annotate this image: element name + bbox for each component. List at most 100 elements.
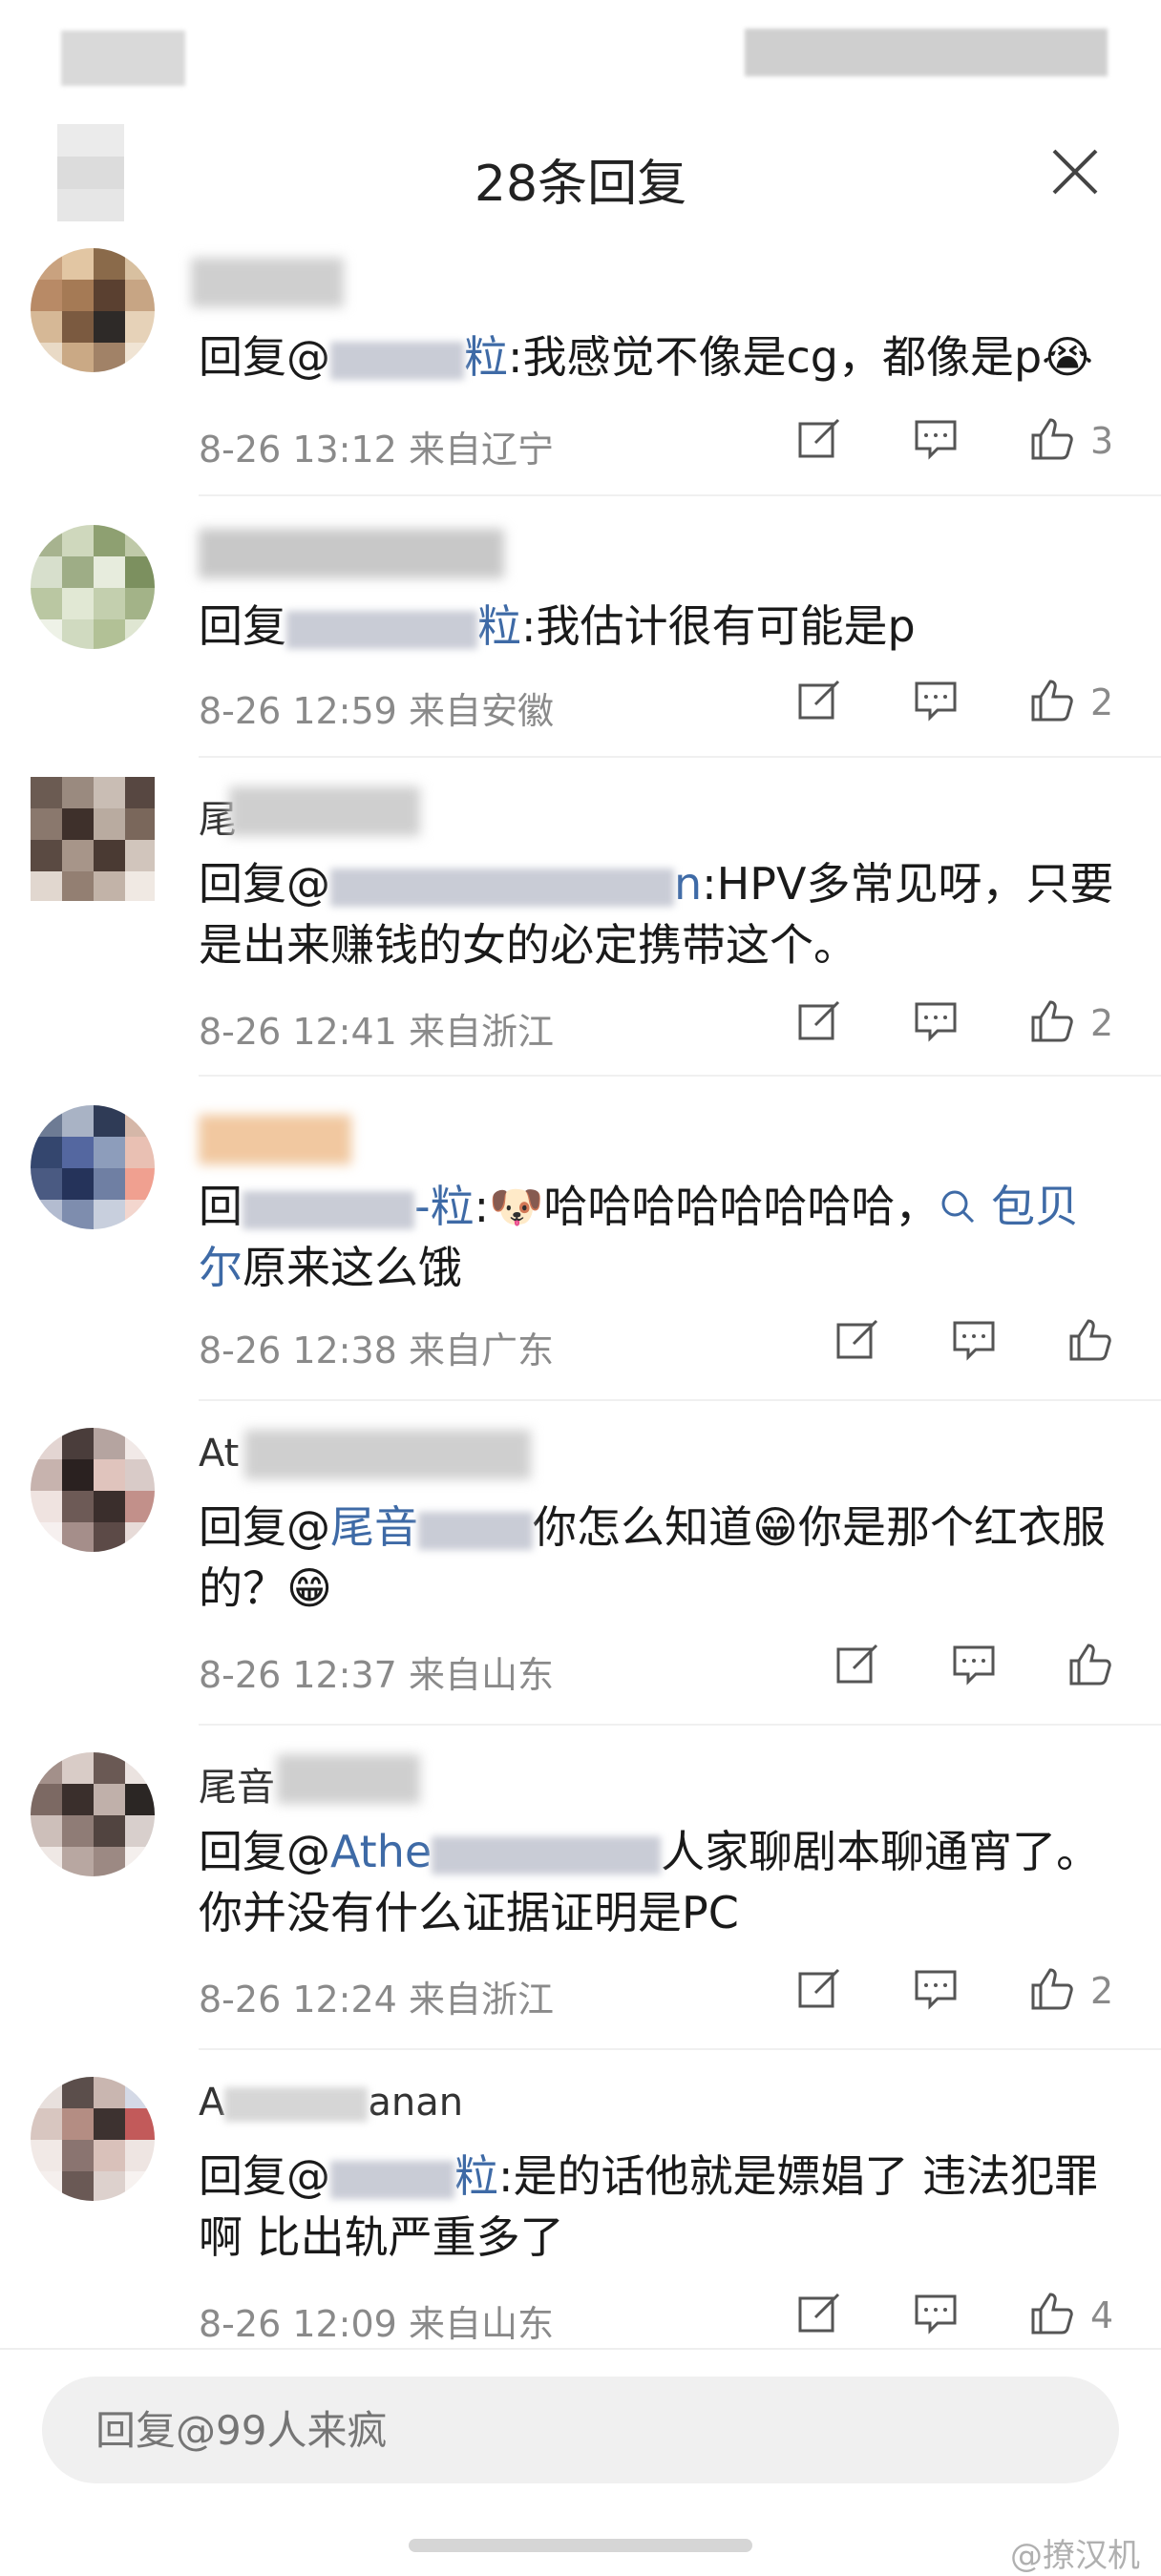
comment-actions: 2 (794, 676, 1119, 733)
nickname[interactable]: At (199, 1432, 239, 1481)
comment-actions: 3 (794, 414, 1119, 471)
close-button[interactable] (1046, 143, 1104, 200)
watermark: @撩汉机 (1010, 2537, 1140, 2575)
comment-meta: 8-26 12:37 来自山东 (199, 1654, 554, 1696)
avatar[interactable] (31, 1105, 155, 1229)
like-icon (1031, 1000, 1073, 1042)
mention-link[interactable]: 粒 (477, 600, 521, 652)
mention-link[interactable]: n (674, 858, 702, 910)
divider (199, 494, 1161, 496)
mention-link[interactable]: 粒 (464, 331, 508, 383)
comment-item: 尾音 回复@Athe 人家聊剧本聊通宵了。你并没有什么证据证明是PC 8-26 1… (0, 1729, 1161, 2050)
comment-content: 回复@尾音 你怎么知道😁你是那个红衣服的？😁 (199, 1501, 1106, 1614)
reply-button[interactable] (911, 414, 968, 471)
edit-icon (798, 1000, 840, 1040)
like-count: 3 (1090, 420, 1114, 462)
comment-content: 回复@ 粒:我感觉不像是cg，都像是p😭 (199, 331, 1093, 383)
comment-meta: 8-26 12:09 来自山东 (199, 2303, 554, 2345)
reply-button[interactable] (911, 676, 968, 733)
comment-icon (953, 1321, 995, 1361)
comment-icon (915, 2294, 957, 2335)
repost-button[interactable] (794, 676, 852, 733)
like-icon (1031, 680, 1073, 722)
header: 28条回复 (0, 115, 1161, 229)
edit-icon (798, 418, 840, 458)
comment-icon (915, 1002, 957, 1042)
repost-button[interactable] (833, 1315, 890, 1372)
comment-actions (833, 1315, 1119, 1372)
comment-content: 回复@ 粒:是的话他就是嫖娼了 违法犯罪啊 比出轨严重多了 (199, 2150, 1099, 2263)
like-count: 2 (1090, 1002, 1114, 1044)
search-icon (941, 1190, 975, 1224)
like-button[interactable] (1027, 996, 1085, 1054)
nickname-blur (199, 529, 504, 578)
comment-icon (915, 681, 957, 722)
like-count: 4 (1090, 2294, 1114, 2336)
repost-button[interactable] (833, 1640, 890, 1697)
like-button[interactable] (1027, 676, 1085, 733)
edit-icon (798, 1968, 840, 2008)
reply-button[interactable] (949, 1315, 1006, 1372)
like-button[interactable] (1027, 1964, 1085, 2021)
reply-button[interactable] (911, 1964, 968, 2021)
like-icon (1069, 1644, 1111, 1686)
repost-button[interactable] (794, 1964, 852, 2021)
repost-button[interactable] (794, 414, 852, 471)
comment-actions (833, 1640, 1119, 1697)
like-button[interactable] (1066, 1640, 1123, 1697)
comment-content: 回复 粒:我估计很有可能是p (199, 600, 916, 652)
nickname-blur (229, 786, 420, 836)
mention-link[interactable]: -粒 (414, 1181, 475, 1232)
comment-actions: 2 (794, 1964, 1119, 2021)
like-count: 2 (1090, 1970, 1114, 2012)
mention-link[interactable]: 尾音 (330, 1501, 418, 1553)
comment-meta: 8-26 12:24 来自浙江 (199, 1979, 554, 2021)
divider (199, 1724, 1161, 1726)
avatar[interactable] (31, 248, 155, 372)
comment-actions: 2 (794, 996, 1119, 1054)
edit-icon (836, 1319, 878, 1359)
avatar[interactable] (31, 525, 155, 649)
nickname[interactable]: Aanan (199, 2081, 463, 2130)
home-indicator[interactable] (409, 2539, 752, 2552)
like-button[interactable] (1027, 2289, 1085, 2346)
comment-meta: 8-26 12:59 来自安徽 (199, 690, 554, 732)
avatar[interactable] (31, 777, 155, 901)
reply-button[interactable] (911, 996, 968, 1054)
comment-meta: 8-26 12:41 来自浙江 (199, 1011, 554, 1053)
comment-icon (915, 1970, 957, 2010)
status-icons-blur (745, 29, 1108, 76)
like-button[interactable] (1066, 1315, 1123, 1372)
mention-link[interactable]: Athe (330, 1826, 432, 1877)
comment-item: Aanan 回复@ 粒:是的话他就是嫖娼了 违法犯罪啊 比出轨严重多了 8-26 … (0, 2054, 1161, 2345)
close-icon (1052, 149, 1098, 195)
divider (199, 1075, 1161, 1077)
avatar[interactable] (31, 1752, 155, 1876)
like-button[interactable] (1027, 414, 1085, 471)
reply-bar: @撩汉机 (0, 2348, 1161, 2575)
comment-icon (953, 1645, 995, 1686)
reply-input[interactable] (42, 2377, 1119, 2483)
nickname-blur (277, 1754, 420, 1804)
divider (199, 2048, 1161, 2050)
repost-button[interactable] (794, 996, 852, 1054)
nickname-blur (244, 1430, 531, 1479)
reply-button[interactable] (911, 2289, 968, 2346)
nickname-blur (199, 1115, 351, 1164)
comment-item: 尾 回复@ n:HPV多常见呀，只要是出来赚钱的女的必定携带这个。 8-26 12… (0, 762, 1161, 1077)
repost-button[interactable] (794, 2289, 852, 2346)
mention-link[interactable]: 粒 (454, 2150, 498, 2202)
status-time-blur (61, 31, 185, 86)
comment-content: 回 -粒:🐶哈哈哈哈哈哈哈哈， 包贝尔原来这么饿 (199, 1181, 1080, 1293)
comment-icon (915, 420, 957, 460)
avatar[interactable] (31, 1428, 155, 1552)
reply-button[interactable] (949, 1640, 1006, 1697)
avatar[interactable] (31, 2077, 155, 2201)
comment-item: 回复 粒:我估计很有可能是p 8-26 12:59 来自安徽 2 (0, 500, 1161, 758)
like-icon (1031, 418, 1073, 460)
divider (199, 756, 1161, 758)
like-icon (1031, 1968, 1073, 2010)
comment-item: 回 -粒:🐶哈哈哈哈哈哈哈哈， 包贝尔原来这么饿 8-26 12:38 来自广东 (0, 1080, 1161, 1401)
nickname[interactable]: 尾音 (199, 1756, 275, 1810)
comment-actions: 4 (794, 2289, 1119, 2346)
